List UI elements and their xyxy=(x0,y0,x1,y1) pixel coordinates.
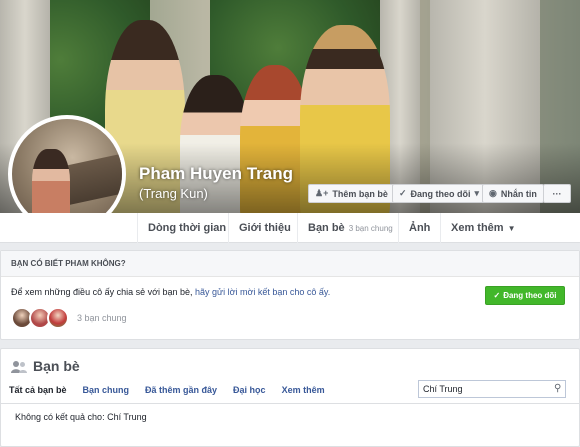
check-icon: ✓ xyxy=(493,291,501,300)
tab-timeline[interactable]: Dòng thời gian xyxy=(137,213,236,243)
more-options-label: ··· xyxy=(552,188,562,199)
tab-about[interactable]: Giới thiệu xyxy=(228,213,301,243)
tab-photos-label: Ảnh xyxy=(409,222,431,234)
friends-title: Bạn bè xyxy=(33,358,80,374)
add-friend-button[interactable]: ♟+ Thêm bạn bè xyxy=(308,184,395,203)
chevron-down-icon: ▼ xyxy=(507,223,516,233)
mutual-friend-avatar[interactable] xyxy=(47,307,69,329)
mutual-friends-count[interactable]: 3 bạn chung xyxy=(77,313,127,323)
tab-timeline-label: Dòng thời gian xyxy=(148,222,227,234)
do-you-know-card: BẠN CÓ BIẾT PHAM KHÔNG? Để xem những điề… xyxy=(0,250,580,340)
tab-friends-label: Bạn bè xyxy=(308,222,345,234)
following-green-label: Đang theo dõi xyxy=(503,291,557,300)
tab-photos[interactable]: Ảnh xyxy=(398,213,440,243)
friends-heading: Bạn bè xyxy=(11,358,80,374)
send-friend-request-link[interactable]: hãy gửi lời mời kết bạn cho cô ấy. xyxy=(195,287,330,297)
message-label: Nhắn tin xyxy=(500,188,537,199)
no-results-message: Không có kết quả cho: Chí Trung xyxy=(15,412,147,422)
messenger-icon: ◉ xyxy=(489,188,497,198)
following-button[interactable]: ✓ Đang theo dõi ▾ xyxy=(392,184,487,203)
filter-recently-added[interactable]: Đã thêm gần đây xyxy=(145,385,217,395)
tab-friends[interactable]: Bạn bè 3 bạn chung xyxy=(297,213,403,243)
tab-friends-count: 3 bạn chung xyxy=(348,223,393,233)
profile-name[interactable]: Pham Huyen Trang xyxy=(139,164,293,184)
message-button[interactable]: ◉ Nhắn tin xyxy=(482,184,544,203)
more-options-button[interactable]: ··· xyxy=(543,184,571,203)
profile-alternate-name: (Trang Kun) xyxy=(139,186,208,201)
friends-icon xyxy=(11,360,27,373)
friends-search-input[interactable] xyxy=(418,380,566,398)
mutual-friends[interactable]: 3 bạn chung xyxy=(11,307,127,329)
tab-about-label: Giới thiệu xyxy=(239,222,291,234)
profile-nav: Dòng thời gian Giới thiệu Bạn bè 3 bạn c… xyxy=(0,213,580,243)
chevron-down-icon: ▾ xyxy=(474,188,480,198)
do-you-know-text-prefix: Để xem những điều cô ấy chia sẻ với bạn … xyxy=(11,287,196,297)
friends-filter-tabs: Tất cả bạn bè Bạn chung Đã thêm gần đây … xyxy=(9,385,325,395)
filter-mutual-friends[interactable]: Bạn chung xyxy=(83,385,130,395)
tab-more[interactable]: Xem thêm ▼ xyxy=(440,213,526,243)
filter-more[interactable]: Xem thêm xyxy=(282,385,325,395)
filter-all-friends[interactable]: Tất cả bạn bè xyxy=(9,385,67,395)
add-friend-icon: ♟+ xyxy=(315,188,329,198)
friends-card: Bạn bè Tất cả bạn bè Bạn chung Đã thêm g… xyxy=(0,348,580,447)
tab-more-label: Xem thêm xyxy=(451,222,504,234)
do-you-know-text: Để xem những điều cô ấy chia sẻ với bạn … xyxy=(11,287,330,297)
filter-university[interactable]: Đại học xyxy=(233,385,266,395)
do-you-know-heading: BẠN CÓ BIẾT PHAM KHÔNG? xyxy=(1,251,579,277)
divider xyxy=(1,403,579,404)
avatar-background xyxy=(62,151,122,207)
following-label: Đang theo dõi xyxy=(410,188,471,199)
add-friend-label: Thêm bạn bè xyxy=(332,188,388,199)
check-icon: ✓ xyxy=(399,188,407,198)
following-green-button[interactable]: ✓ Đang theo dõi xyxy=(485,286,565,305)
search-icon[interactable]: ⚲ xyxy=(554,383,561,394)
